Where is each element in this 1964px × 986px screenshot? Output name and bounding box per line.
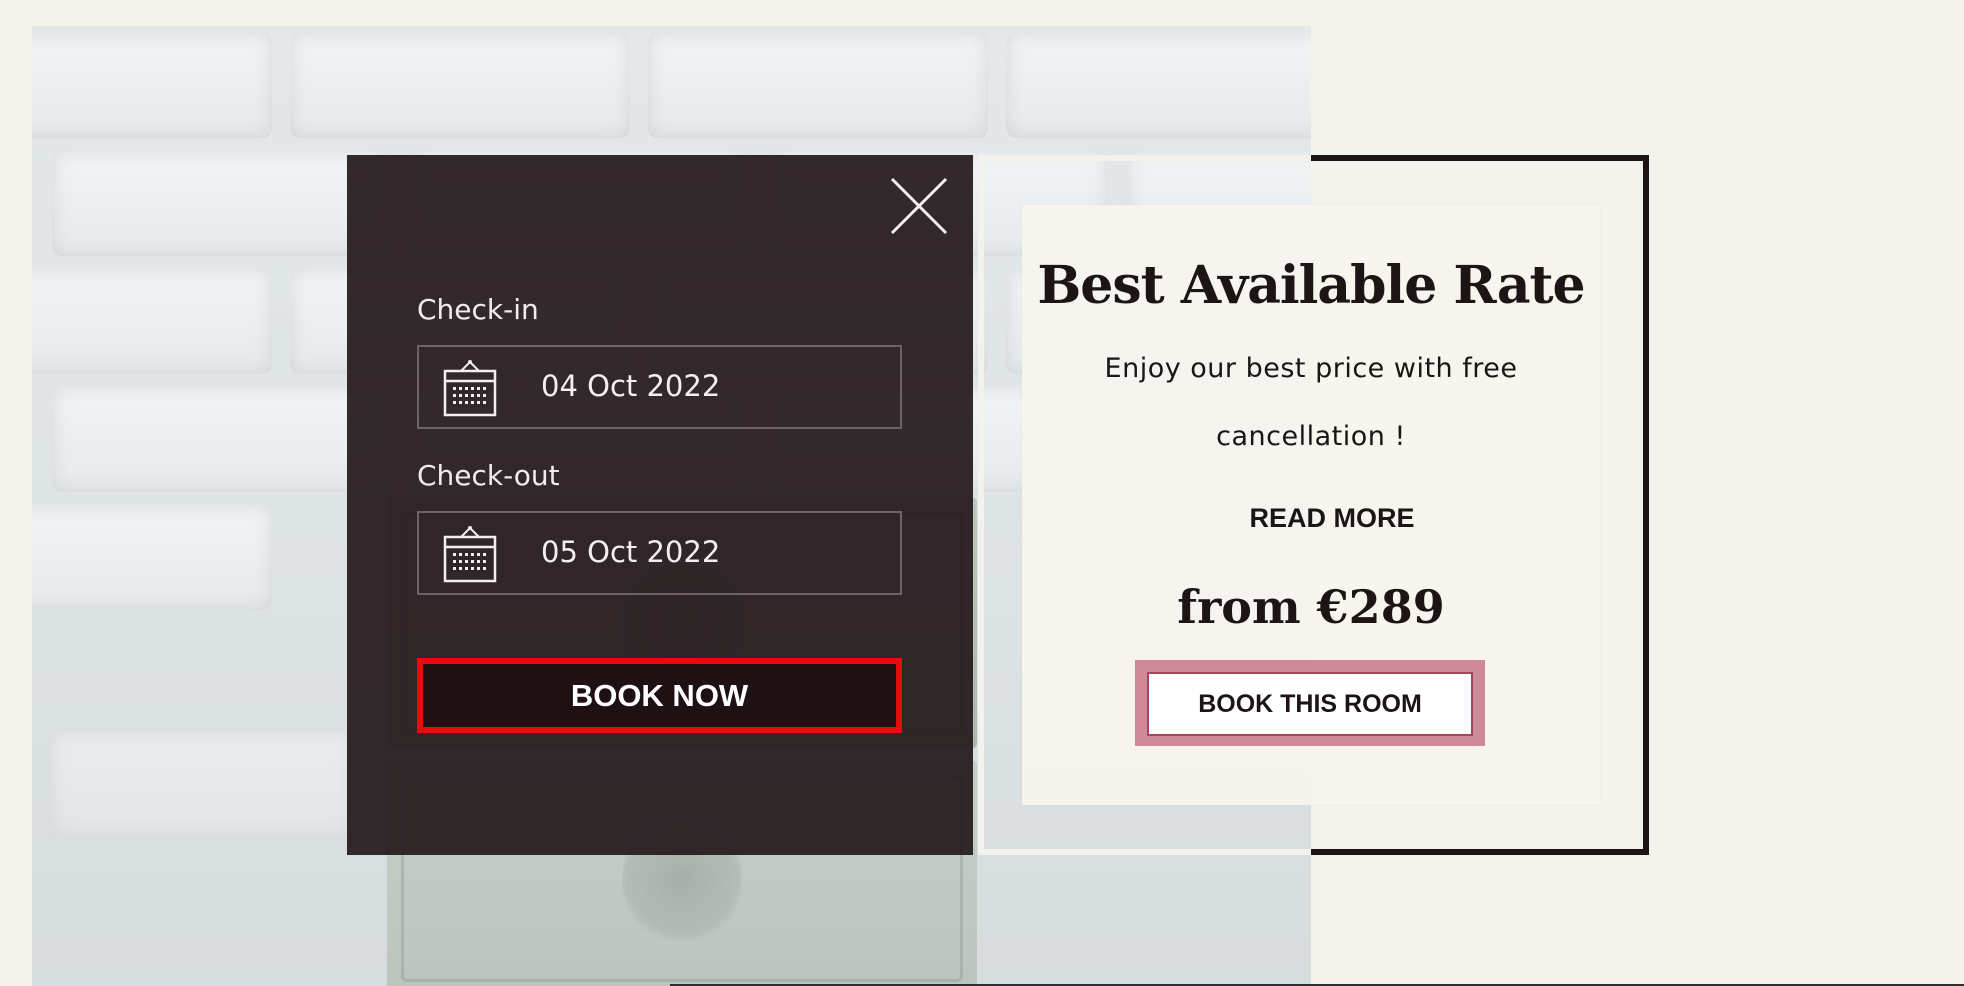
calendar-icon <box>443 359 497 417</box>
book-room-wrapper: BOOK THIS ROOM <box>1135 660 1485 746</box>
brick <box>32 268 272 374</box>
book-this-room-button[interactable]: BOOK THIS ROOM <box>1147 672 1473 736</box>
brick <box>1006 32 1311 138</box>
brick <box>648 32 988 138</box>
checkout-date-value: 05 Oct 2022 <box>541 535 721 569</box>
checkin-date-value: 04 Oct 2022 <box>541 369 721 403</box>
brick <box>32 32 272 138</box>
rate-description: Enjoy our best price with free cancellat… <box>1104 353 1518 452</box>
brick-row <box>32 26 1311 144</box>
checkin-date-field[interactable]: 04 Oct 2022 <box>417 345 902 429</box>
checkout-label: Check-out <box>417 459 560 492</box>
rate-card: Best Available Rate Enjoy our best price… <box>1022 205 1600 805</box>
booking-panel: Check-in 04 Oct 2022 Check-out 05 Oct 20… <box>347 155 973 855</box>
close-icon[interactable] <box>890 177 948 235</box>
checkin-label: Check-in <box>417 293 539 326</box>
book-now-button[interactable]: BOOK NOW <box>417 658 902 733</box>
brick <box>52 386 392 492</box>
calendar-icon <box>443 525 497 583</box>
rate-title: Best Available Rate <box>1037 255 1585 316</box>
read-more-link[interactable]: READ MORE <box>1022 503 1600 534</box>
price-label: from €289 <box>1177 580 1445 634</box>
brick <box>32 504 272 610</box>
brick <box>52 150 392 256</box>
brick <box>52 732 352 838</box>
brick <box>290 32 630 138</box>
checkout-date-field[interactable]: 05 Oct 2022 <box>417 511 902 595</box>
